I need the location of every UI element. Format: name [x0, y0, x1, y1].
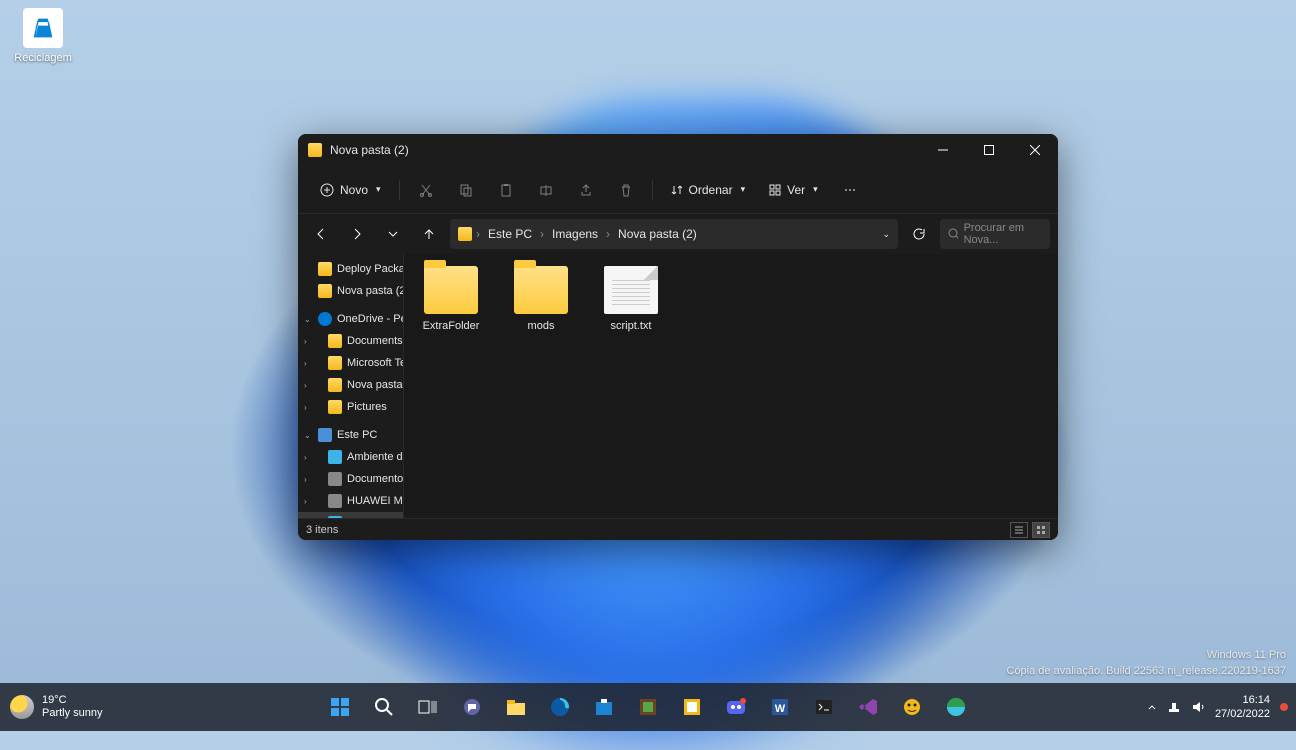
sidebar-item-documents[interactable]: ›Documents: [298, 330, 403, 352]
minimize-button[interactable]: [920, 134, 966, 166]
tray-overflow-button[interactable]: [1147, 702, 1157, 712]
breadcrumb[interactable]: Nova pasta (2): [614, 225, 701, 243]
word-button[interactable]: W: [760, 687, 800, 727]
start-button[interactable]: [320, 687, 360, 727]
windows-watermark: Windows 11 Pro Cópia de avaliação. Build…: [1007, 648, 1287, 679]
notification-indicator[interactable]: [1280, 703, 1288, 711]
delete-button[interactable]: [608, 174, 644, 206]
sort-button[interactable]: Ordenar▾: [661, 174, 756, 206]
icons-view-button[interactable]: [1032, 522, 1050, 538]
sidebar-item-novapasta2[interactable]: Nova pasta (2): [298, 280, 403, 302]
recycle-bin-desktop-icon[interactable]: Reciclagem: [8, 8, 78, 64]
taskbar-app-icon[interactable]: [672, 687, 712, 727]
details-view-button[interactable]: [1010, 522, 1028, 538]
file-list[interactable]: ExtraFolder mods script.txt: [404, 254, 1058, 518]
sidebar-item-pictures[interactable]: ›Pictures: [298, 396, 403, 418]
folder-icon: [308, 143, 322, 157]
search-icon: [948, 228, 958, 240]
terminal-button[interactable]: [804, 687, 844, 727]
taskbar-app-icon[interactable]: [892, 687, 932, 727]
sidebar-item-huawei[interactable]: ›HUAWEI Mate 2: [298, 490, 403, 512]
vscode-button[interactable]: [848, 687, 888, 727]
folder-icon: [458, 227, 472, 241]
taskview-button[interactable]: [408, 687, 448, 727]
weather-widget[interactable]: 19°C Partly sunny: [10, 694, 103, 720]
sidebar-item-imagens[interactable]: ›Imagens: [298, 512, 403, 518]
sidebar[interactable]: Deploy Package Nova pasta (2) ⌄OneDrive …: [298, 254, 404, 518]
view-button[interactable]: Ver▾: [759, 174, 828, 206]
sort-icon: [671, 184, 683, 196]
file-explorer-window: Nova pasta (2) Novo▾ Ordenar▾ Ver▾: [298, 134, 1058, 540]
titlebar[interactable]: Nova pasta (2): [298, 134, 1058, 166]
address-bar[interactable]: › Este PC › Imagens › Nova pasta (2) ⌄: [450, 219, 898, 249]
search-input[interactable]: Procurar em Nova...: [940, 219, 1050, 249]
recent-button[interactable]: [378, 219, 408, 249]
status-bar: 3 itens: [298, 518, 1058, 540]
explorer-button[interactable]: [496, 687, 536, 727]
copy-icon: [459, 183, 473, 197]
sidebar-item-teams[interactable]: ›Microsoft Team: [298, 352, 403, 374]
txt-file-icon: [604, 266, 658, 314]
cut-button[interactable]: [408, 174, 444, 206]
up-button[interactable]: [414, 219, 444, 249]
delete-icon: [619, 183, 633, 197]
folder-icon: [514, 266, 568, 314]
sidebar-item-deploy[interactable]: Deploy Package: [298, 258, 403, 280]
sidebar-item-novapasta[interactable]: ›Nova pasta: [298, 374, 403, 396]
maximize-button[interactable]: [966, 134, 1012, 166]
more-icon: [843, 183, 857, 197]
nav-row: › Este PC › Imagens › Nova pasta (2) ⌄ P…: [298, 214, 1058, 254]
sidebar-item-onedrive[interactable]: ⌄OneDrive - Perso: [298, 308, 403, 330]
taskbar-app-icon[interactable]: [628, 687, 668, 727]
new-button[interactable]: Novo▾: [310, 174, 391, 206]
breadcrumb[interactable]: Imagens: [548, 225, 602, 243]
cut-icon: [419, 183, 433, 197]
share-icon: [579, 183, 593, 197]
sidebar-item-ambiente[interactable]: ›Ambiente de tr: [298, 446, 403, 468]
more-button[interactable]: [832, 174, 868, 206]
volume-icon[interactable]: [1191, 700, 1205, 714]
recycle-bin-label: Reciclagem: [8, 52, 78, 64]
sidebar-item-estepc[interactable]: ⌄Este PC: [298, 424, 403, 446]
folder-mods[interactable]: mods: [506, 266, 576, 332]
back-button[interactable]: [306, 219, 336, 249]
search-button[interactable]: [364, 687, 404, 727]
paste-icon: [499, 183, 513, 197]
clock[interactable]: 16:14 27/02/2022: [1215, 693, 1270, 722]
chat-button[interactable]: [452, 687, 492, 727]
refresh-button[interactable]: [904, 219, 934, 249]
item-count: 3 itens: [306, 524, 338, 536]
weather-icon: [10, 695, 34, 719]
forward-button[interactable]: [342, 219, 372, 249]
rename-icon: [539, 183, 553, 197]
taskbar: 19°C Partly sunny W 16:14 27/02/2022: [0, 683, 1296, 731]
rename-button[interactable]: [528, 174, 564, 206]
discord-button[interactable]: [716, 687, 756, 727]
edge-button[interactable]: [540, 687, 580, 727]
paste-button[interactable]: [488, 174, 524, 206]
sidebar-item-documentos[interactable]: ›Documentos: [298, 468, 403, 490]
folder-extrafolder[interactable]: ExtraFolder: [416, 266, 486, 332]
recycle-bin-icon: [23, 8, 63, 48]
window-title: Nova pasta (2): [330, 143, 920, 157]
share-button[interactable]: [568, 174, 604, 206]
view-icon: [769, 184, 781, 196]
new-icon: [320, 183, 334, 197]
store-button[interactable]: [584, 687, 624, 727]
close-button[interactable]: [1012, 134, 1058, 166]
taskbar-app-icon[interactable]: [936, 687, 976, 727]
svg-text:W: W: [775, 703, 786, 715]
network-icon[interactable]: [1167, 700, 1181, 714]
chevron-down-icon[interactable]: ⌄: [882, 229, 890, 240]
copy-button[interactable]: [448, 174, 484, 206]
breadcrumb[interactable]: Este PC: [484, 225, 536, 243]
folder-icon: [424, 266, 478, 314]
toolbar: Novo▾ Ordenar▾ Ver▾: [298, 166, 1058, 214]
file-script[interactable]: script.txt: [596, 266, 666, 332]
